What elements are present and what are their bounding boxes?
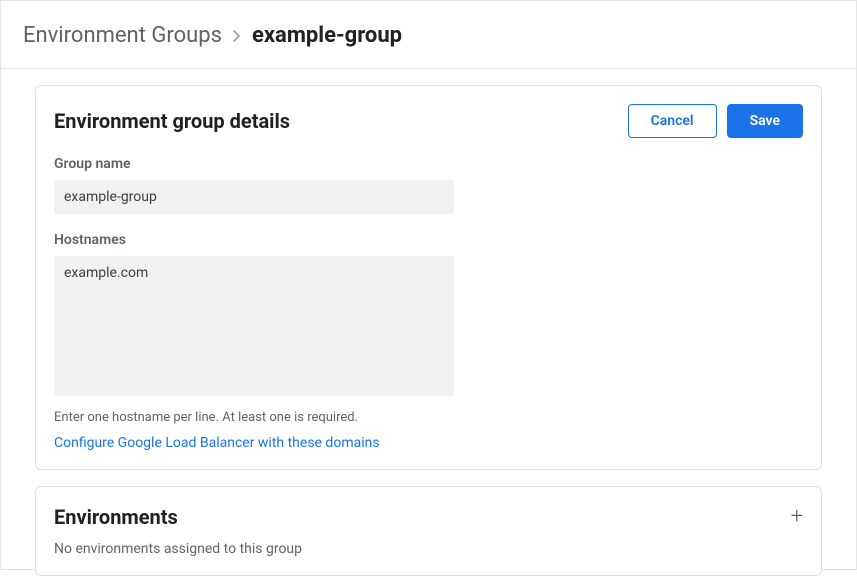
chevron-right-icon xyxy=(232,29,242,43)
hostnames-helper: Enter one hostname per line. At least on… xyxy=(54,410,803,425)
group-name-label: Group name xyxy=(54,156,803,172)
breadcrumb-parent[interactable]: Environment Groups xyxy=(23,23,222,48)
add-environment-icon[interactable]: + xyxy=(791,506,803,528)
details-card-title: Environment group details xyxy=(54,109,290,133)
group-name-input[interactable] xyxy=(54,180,454,214)
hostnames-textarea[interactable] xyxy=(54,256,454,396)
breadcrumb: Environment Groups example-group xyxy=(1,1,856,69)
configure-lb-link[interactable]: Configure Google Load Balancer with thes… xyxy=(54,435,380,451)
save-button[interactable]: Save xyxy=(727,104,803,138)
breadcrumb-current: example-group xyxy=(252,23,402,48)
hostnames-label: Hostnames xyxy=(54,232,803,248)
details-card: Environment group details Cancel Save Gr… xyxy=(35,85,822,470)
environments-card: Environments + No environments assigned … xyxy=(35,486,822,576)
cancel-button[interactable]: Cancel xyxy=(628,104,717,138)
environments-card-title: Environments xyxy=(54,505,178,529)
